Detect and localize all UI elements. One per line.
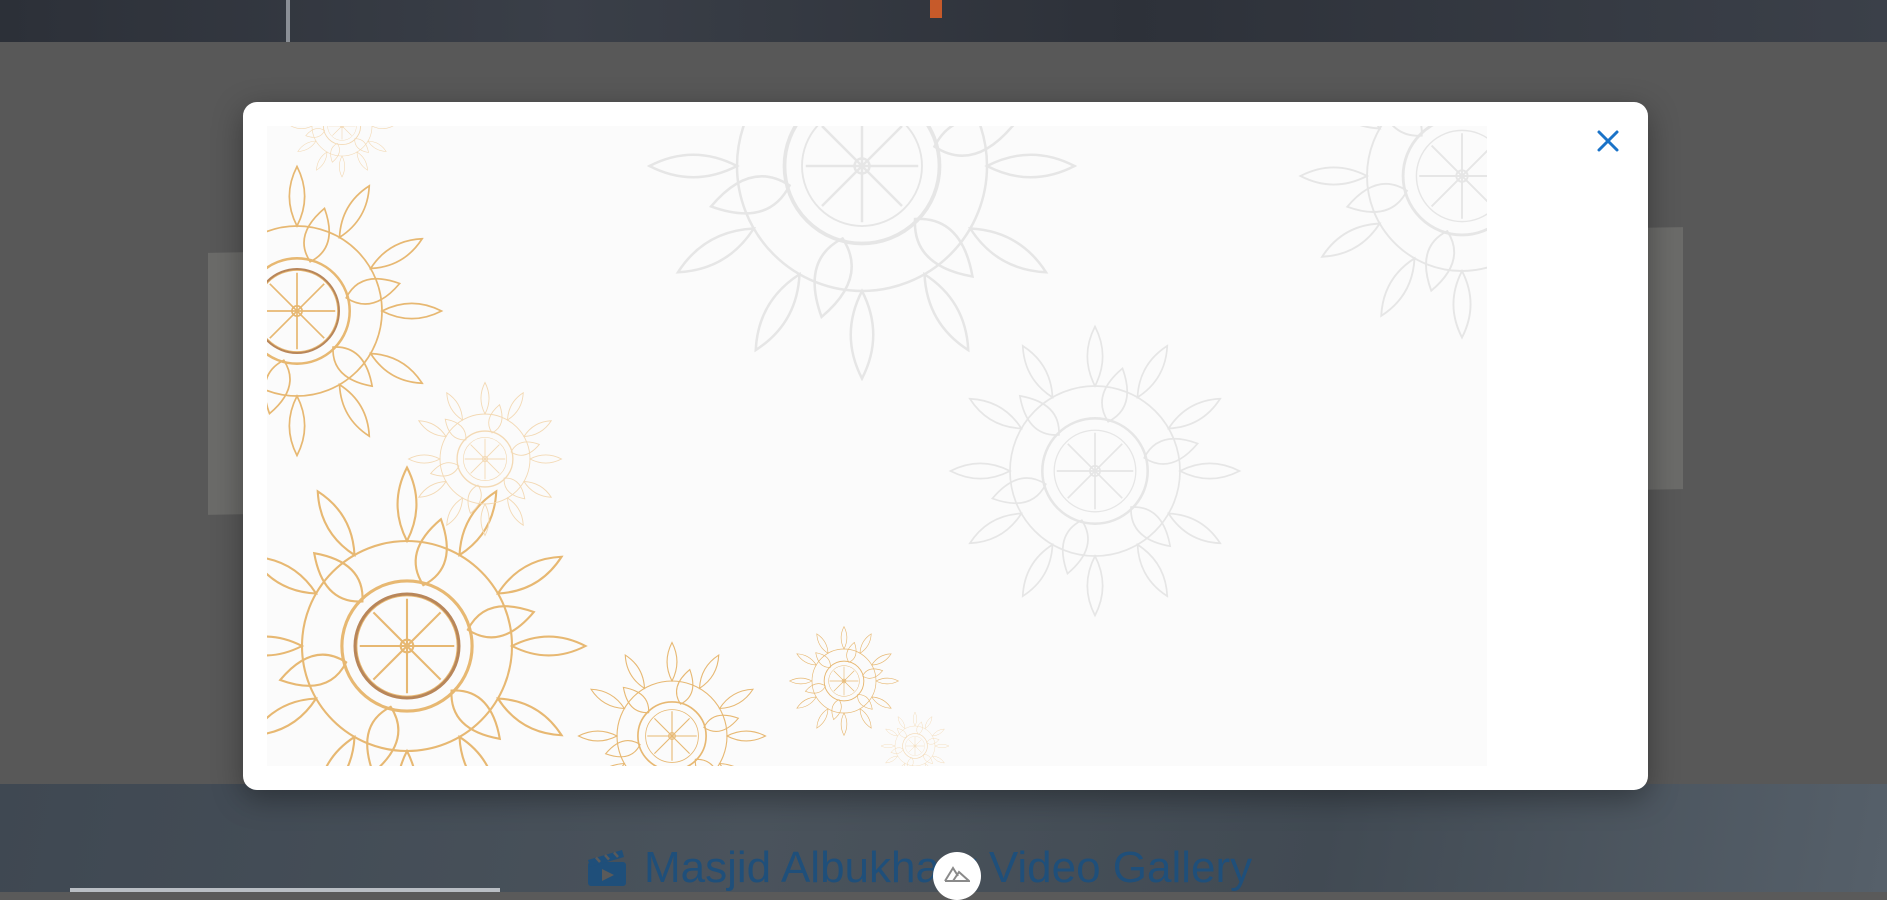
hero-pole: [286, 0, 290, 42]
grey-mandala: [1299, 126, 1487, 339]
band-strip: [70, 888, 500, 892]
pale-gold-mandala: [407, 381, 563, 537]
mandala-artwork: [267, 126, 1487, 766]
nuxt-logo-icon: [944, 866, 970, 882]
gold-mandala: [267, 465, 588, 766]
video-player[interactable]: [267, 126, 1487, 766]
gold-mandala: [577, 641, 767, 766]
nuxt-devtools-badge[interactable]: [933, 852, 981, 900]
grey-mandala: [647, 126, 1077, 381]
video-modal: [243, 102, 1648, 790]
grey-mandala: [949, 325, 1241, 617]
close-icon: [1597, 130, 1619, 152]
film-clapper-icon: [588, 850, 626, 886]
gold-mandala: [789, 626, 899, 736]
pale-gold-mandala: [290, 126, 394, 178]
video-gallery-heading: Masjid Albukhary Video Gallery: [586, 838, 1252, 898]
gold-mandala: [267, 165, 443, 457]
hero-image-strip: [0, 0, 1887, 42]
modal-close-button[interactable]: [1592, 125, 1624, 157]
pale-gold-mandala: [880, 711, 950, 766]
hero-traffic-cone: [930, 0, 942, 18]
